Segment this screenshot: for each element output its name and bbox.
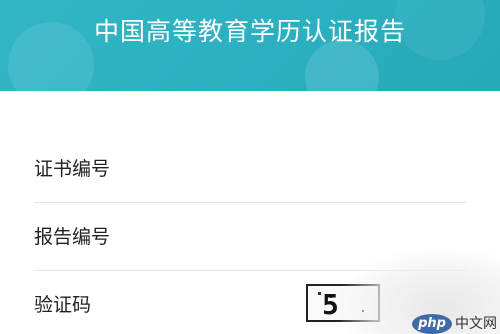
captcha-noise [318,292,321,295]
header-banner: 中国高等教育学历认证报告 [0,0,500,91]
watermark-text: 中文网 [455,316,497,332]
certificate-number-input[interactable] [144,144,466,190]
captcha-label: 验证码 [34,294,92,316]
captcha-input[interactable] [144,280,304,326]
decor-circle [305,40,379,91]
certificate-number-label: 证书编号 [34,158,111,180]
page-title: 中国高等教育学历认证报告 [93,17,406,46]
page: 中国高等教育学历认证报告 证书编号 报告编号 验证码 5 php 中文网 [0,0,500,334]
report-number-label: 报告编号 [34,226,111,248]
watermark-logo: php [412,314,452,334]
certificate-number-row: 证书编号 [34,134,466,203]
